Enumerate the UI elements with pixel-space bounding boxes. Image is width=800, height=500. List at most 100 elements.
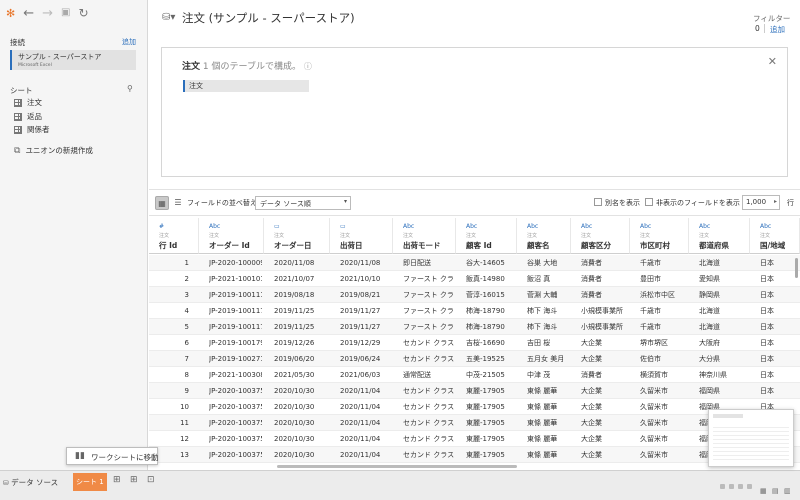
field-type-icon[interactable]: Abc: [760, 223, 771, 230]
table-cell[interactable]: 消費者: [581, 287, 628, 303]
table-cell[interactable]: JP-2020-1003752: [209, 431, 262, 447]
tableau-logo-icon[interactable]: ✻: [6, 8, 15, 19]
table-cell[interactable]: 消費者: [581, 255, 628, 271]
column-header[interactable]: Abc 注文 市区町村: [630, 218, 689, 254]
data-source-tab[interactable]: ⛁ データ ソース: [3, 477, 58, 488]
table-cell[interactable]: 大企業: [581, 431, 628, 447]
table-cell[interactable]: 消費者: [581, 367, 628, 383]
column-header[interactable]: ▭ 注文 出荷日: [330, 218, 393, 254]
column-header[interactable]: Abc 注文 出荷モード: [393, 218, 456, 254]
connection-card[interactable]: サンプル - スーパーストア Microsoft Excel: [10, 50, 136, 70]
sheet-thumbnail[interactable]: [708, 409, 794, 467]
save-icon[interactable]: ▣: [61, 8, 70, 18]
field-type-icon[interactable]: #: [159, 223, 164, 230]
table-cell[interactable]: 千歳市: [640, 303, 687, 319]
table-cell[interactable]: セカンド クラス: [403, 383, 454, 399]
table-cell[interactable]: 佐伯市: [640, 351, 687, 367]
table-cell[interactable]: 6: [149, 335, 189, 351]
table-cell[interactable]: 大企業: [581, 399, 628, 415]
column-header[interactable]: Abc 注文 顧客区分: [571, 218, 630, 254]
show-tabs-icon[interactable]: ▦: [760, 487, 767, 495]
table-cell[interactable]: セカンド クラス: [403, 431, 454, 447]
add-filter-link[interactable]: 追加: [770, 24, 785, 35]
table-cell[interactable]: 2019/11/25: [274, 319, 328, 335]
column-header[interactable]: Abc 注文 顧客 Id: [456, 218, 517, 254]
date-type-icon[interactable]: ▭: [340, 223, 346, 230]
table-cell[interactable]: セカンド クラス: [403, 447, 454, 463]
column-header[interactable]: ▭ 注文 オーダー日: [264, 218, 330, 254]
first-page-icon[interactable]: [720, 484, 725, 489]
table-cell[interactable]: 東麗-17905: [466, 431, 515, 447]
table-cell[interactable]: 大企業: [581, 383, 628, 399]
table-cell[interactable]: 2019/11/27: [340, 319, 391, 335]
table-cell[interactable]: 日本: [760, 303, 798, 319]
table-cell[interactable]: 日本: [760, 335, 798, 351]
table-cell[interactable]: 豊田市: [640, 271, 687, 287]
table-cell[interactable]: 2020/11/08: [274, 255, 328, 271]
table-cell[interactable]: セカンド クラス: [403, 351, 454, 367]
table-cell[interactable]: JP-2021-1001016: [209, 271, 262, 287]
table-cell[interactable]: 千歳市: [640, 319, 687, 335]
page-title[interactable]: 注文 (サンプル - スーパーストア): [182, 10, 355, 26]
field-type-icon[interactable]: Abc: [699, 223, 710, 230]
table-cell[interactable]: 2021/10/10: [340, 271, 391, 287]
table-cell[interactable]: 東條 麗華: [527, 415, 569, 431]
add-connection-link[interactable]: 追加: [122, 37, 136, 47]
sheet-item-people[interactable]: 関係者: [14, 124, 50, 135]
table-cell[interactable]: 8: [149, 367, 189, 383]
table-cell[interactable]: 2020/10/30: [274, 431, 328, 447]
close-icon[interactable]: ✕: [768, 55, 777, 68]
table-cell[interactable]: セカンド クラス: [403, 399, 454, 415]
field-type-icon[interactable]: Abc: [466, 223, 477, 230]
table-cell[interactable]: JP-2020-1000099: [209, 255, 262, 271]
new-dashboard-icon[interactable]: ⊞: [130, 475, 138, 485]
vertical-scrollbar[interactable]: [795, 258, 798, 278]
table-cell[interactable]: 大企業: [581, 415, 628, 431]
table-cell[interactable]: 静岡県: [699, 287, 748, 303]
table-cell[interactable]: 北海道: [699, 303, 748, 319]
table-cell[interactable]: JP-2019-1001799: [209, 335, 262, 351]
table-cell[interactable]: 9: [149, 383, 189, 399]
table-cell[interactable]: 小規模事業所: [581, 319, 628, 335]
table-cell[interactable]: 谷巣 大地: [527, 255, 569, 271]
table-cell[interactable]: 飯沼 真: [527, 271, 569, 287]
column-header[interactable]: Abc 注文 国/地域: [750, 218, 800, 254]
table-cell[interactable]: JP-2020-1003752: [209, 383, 262, 399]
table-cell[interactable]: 日本: [760, 319, 798, 335]
column-header[interactable]: # 注文行 Id: [149, 218, 199, 254]
forward-icon[interactable]: →: [42, 7, 53, 20]
table-cell[interactable]: 東麗-17905: [466, 383, 515, 399]
table-cell[interactable]: 通常配送: [403, 367, 454, 383]
date-type-icon[interactable]: ▭: [274, 223, 280, 230]
table-cell[interactable]: 4: [149, 303, 189, 319]
list-view-icon[interactable]: ☰: [171, 196, 185, 210]
new-story-icon[interactable]: ⊡: [147, 475, 155, 485]
search-icon[interactable]: ⚲: [127, 84, 133, 93]
sheet-item-returns[interactable]: 返品: [14, 111, 42, 122]
rows-input[interactable]: 1,000 ▸: [742, 195, 780, 210]
table-cell[interactable]: 五美-19525: [466, 351, 515, 367]
table-cell[interactable]: 東條 麗華: [527, 431, 569, 447]
table-cell[interactable]: JP-2020-1003752: [209, 415, 262, 431]
table-cell[interactable]: 大阪府: [699, 335, 748, 351]
table-cell[interactable]: 2021/10/07: [274, 271, 328, 287]
table-cell[interactable]: 日本: [760, 287, 798, 303]
table-cell[interactable]: 2021/06/03: [340, 367, 391, 383]
table-cell[interactable]: 2021/05/30: [274, 367, 328, 383]
table-cell[interactable]: 2019/08/21: [340, 287, 391, 303]
table-cell[interactable]: 2019/08/18: [274, 287, 328, 303]
table-cell[interactable]: 2019/11/25: [274, 303, 328, 319]
table-cell[interactable]: 千歳市: [640, 255, 687, 271]
table-cell[interactable]: 愛知県: [699, 271, 748, 287]
column-header[interactable]: Abc 注文 都道府県: [689, 218, 750, 254]
table-cell[interactable]: ファースト クラス: [403, 287, 454, 303]
table-cell[interactable]: JP-2019-1002711: [209, 351, 262, 367]
table-cell[interactable]: 菅淳-16015: [466, 287, 515, 303]
data-grid[interactable]: # 注文行 Id Abc 注文 オーダー Id ▭ 注文 オーダー日 ▭ 注文 出荷日 Abc 注文 出荷…: [149, 218, 800, 470]
table-cell[interactable]: 消費者: [581, 271, 628, 287]
table-cell[interactable]: 五月女 美月: [527, 351, 569, 367]
table-cell[interactable]: 11: [149, 415, 189, 431]
table-cell[interactable]: 菅淵 大輔: [527, 287, 569, 303]
join-canvas[interactable]: 注文 1 個のテーブルで構成。 ⓘ ✕ 注文: [161, 47, 788, 177]
last-page-icon[interactable]: [747, 484, 752, 489]
